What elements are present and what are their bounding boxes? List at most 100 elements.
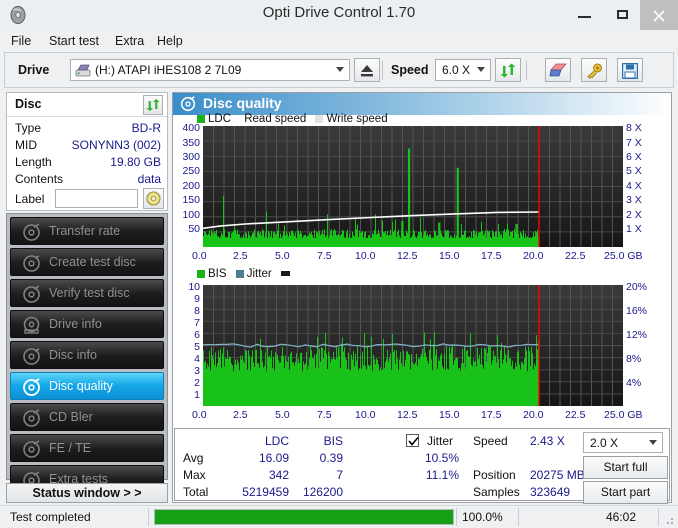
bis-jitter-chart-plot bbox=[203, 285, 623, 406]
disc-row-mid-key: MID bbox=[15, 138, 37, 152]
chart1-xtick-25: 25.0 GB bbox=[604, 250, 643, 262]
chart1-ytick-100: 100 bbox=[182, 209, 200, 221]
disc-info-icon bbox=[22, 347, 41, 366]
legend-swatch-write-speed bbox=[315, 114, 324, 123]
chart1-xtick-22.5: 22.5 bbox=[565, 250, 586, 262]
speed-select[interactable]: 6.0 X bbox=[435, 59, 491, 81]
disc-test-icon bbox=[22, 223, 41, 242]
chart2-ytick-right-8: 8% bbox=[626, 353, 642, 365]
elapsed-time: 46:02 bbox=[606, 510, 637, 524]
stats-max-bis: 7 bbox=[336, 468, 343, 482]
menu-start-test[interactable]: Start test bbox=[44, 33, 104, 49]
chart2-xtick-0: 0.0 bbox=[192, 409, 207, 421]
sidebar-item-transfer-rate[interactable]: Transfer rate bbox=[10, 217, 164, 245]
refresh-icon bbox=[146, 98, 160, 112]
key-button[interactable] bbox=[581, 58, 607, 82]
menu-help[interactable]: Help bbox=[152, 33, 188, 49]
sidebar-label: CD Bler bbox=[49, 410, 93, 424]
chart1-ytick-150: 150 bbox=[182, 194, 200, 206]
stats-speed-value: 2.43 X bbox=[530, 434, 565, 448]
chart1-xtick-0: 0.0 bbox=[192, 250, 207, 262]
eraser-icon bbox=[549, 63, 567, 77]
chevron-down-icon bbox=[649, 440, 657, 445]
panel-title: Disc quality bbox=[203, 95, 282, 111]
disc-icon bbox=[146, 191, 161, 206]
disc-row-length: Length 19.80 GB bbox=[7, 154, 167, 171]
chart2-xtick-15: 15.0 bbox=[439, 409, 460, 421]
menu-file[interactable]: File bbox=[6, 33, 36, 49]
sidebar-item-create-test-disc[interactable]: Create test disc bbox=[10, 248, 164, 276]
stats-panel: LDC BIS Jitter Avg 16.09 0.39 10.5% Max … bbox=[174, 428, 670, 504]
chart1-ytick-50: 50 bbox=[188, 223, 200, 235]
disc-quality-icon bbox=[22, 378, 41, 397]
menu-extra[interactable]: Extra bbox=[110, 33, 149, 49]
chart2-xtick-25: 25.0 GB bbox=[604, 409, 643, 421]
test-speed-select[interactable]: 2.0 X bbox=[583, 432, 663, 453]
chart2-ytick-7: 7 bbox=[194, 317, 200, 329]
sidebar-item-disc-quality[interactable]: Disc quality bbox=[10, 372, 164, 400]
chart1-ytick-right-4x: 4 X bbox=[626, 180, 642, 192]
sidebar-label: Transfer rate bbox=[49, 224, 121, 238]
sidebar-item-drive-info[interactable]: Drive info bbox=[10, 310, 164, 338]
chart2-ytick-6: 6 bbox=[194, 329, 200, 341]
chart1-xtick-7.5: 7.5 bbox=[317, 250, 332, 262]
chart2-xtick-10: 10.0 bbox=[355, 409, 376, 421]
erase-button[interactable] bbox=[545, 58, 571, 82]
chart2-ytick-10: 10 bbox=[188, 281, 200, 293]
chart1-ytick-right-2x: 2 X bbox=[626, 209, 642, 221]
status-text: Test completed bbox=[10, 510, 91, 524]
disc-quality-icon bbox=[180, 96, 196, 112]
test-speed-value: 2.0 X bbox=[590, 436, 619, 450]
stats-row-avg-label: Avg bbox=[183, 451, 204, 465]
close-button[interactable] bbox=[640, 0, 678, 30]
disc-bler-icon bbox=[22, 409, 41, 428]
drive-select[interactable]: (H:) ATAPI iHES108 2 7L09 bbox=[70, 59, 350, 81]
chart2-ytick-8: 8 bbox=[194, 305, 200, 317]
sidebar-label: Create test disc bbox=[49, 255, 136, 269]
status-window-button[interactable]: Status window > > bbox=[6, 483, 168, 503]
disc-burn-icon bbox=[22, 254, 41, 273]
check-icon bbox=[408, 436, 419, 446]
maximize-button[interactable] bbox=[604, 0, 642, 30]
jitter-checkbox[interactable] bbox=[406, 434, 419, 447]
stats-max-jitter: 11.1% bbox=[425, 468, 459, 482]
sidebar-label: Verify test disc bbox=[49, 286, 130, 300]
disc-verify-icon bbox=[22, 285, 41, 304]
disc-label-apply-button[interactable] bbox=[143, 188, 164, 209]
refresh-button[interactable] bbox=[495, 58, 521, 82]
stats-header-ldc: LDC bbox=[264, 434, 289, 448]
chart1-xtick-17.5: 17.5 bbox=[481, 250, 502, 262]
start-full-button[interactable]: Start full bbox=[583, 456, 668, 479]
legend-label-bis: BIS bbox=[208, 268, 227, 280]
chart2-xtick-12.5: 12.5 bbox=[397, 409, 418, 421]
resize-grip[interactable] bbox=[663, 514, 675, 526]
refresh-icon bbox=[500, 63, 516, 78]
disc-label-input[interactable] bbox=[55, 189, 138, 208]
disc-row-mid: MID SONYNN3 (002) bbox=[7, 137, 167, 154]
chart1-xtick-12.5: 12.5 bbox=[397, 250, 418, 262]
disc-refresh-button[interactable] bbox=[143, 95, 163, 115]
disc-panel: Disc Type BD-R MID SONYNN3 (002) Length … bbox=[6, 92, 168, 211]
eject-button[interactable] bbox=[354, 58, 380, 82]
sidebar-item-disc-info[interactable]: Disc info bbox=[10, 341, 164, 369]
chart1-ytick-right-8x: 8 X bbox=[626, 122, 642, 134]
disc-row-type-key: Type bbox=[15, 121, 42, 135]
disc-row-length-key: Length bbox=[15, 155, 52, 169]
disc-row-contents-key: Contents bbox=[15, 172, 64, 186]
minimize-button[interactable] bbox=[566, 0, 604, 30]
sidebar-item-fe-te[interactable]: FE / TE bbox=[10, 434, 164, 462]
progress-percent: 100.0% bbox=[462, 510, 503, 524]
sidebar-item-cd-bler[interactable]: CD Bler bbox=[10, 403, 164, 431]
disc-panel-title: Disc bbox=[15, 97, 42, 111]
panel-header: Disc quality bbox=[173, 93, 671, 115]
save-button[interactable] bbox=[617, 58, 643, 82]
stats-total-ldc: 5219459 bbox=[242, 485, 289, 499]
drive-icon bbox=[75, 64, 91, 77]
stats-row-max-label: Max bbox=[183, 468, 206, 482]
start-part-button[interactable]: Start part bbox=[583, 481, 668, 504]
sidebar-label: Disc info bbox=[49, 348, 97, 362]
sidebar-item-verify-test-disc[interactable]: Verify test disc bbox=[10, 279, 164, 307]
status-bar: Test completed 100.0% 46:02 bbox=[0, 505, 678, 528]
chart2-xtick-2.5: 2.5 bbox=[233, 409, 248, 421]
chart1-ytick-400: 400 bbox=[182, 122, 200, 134]
